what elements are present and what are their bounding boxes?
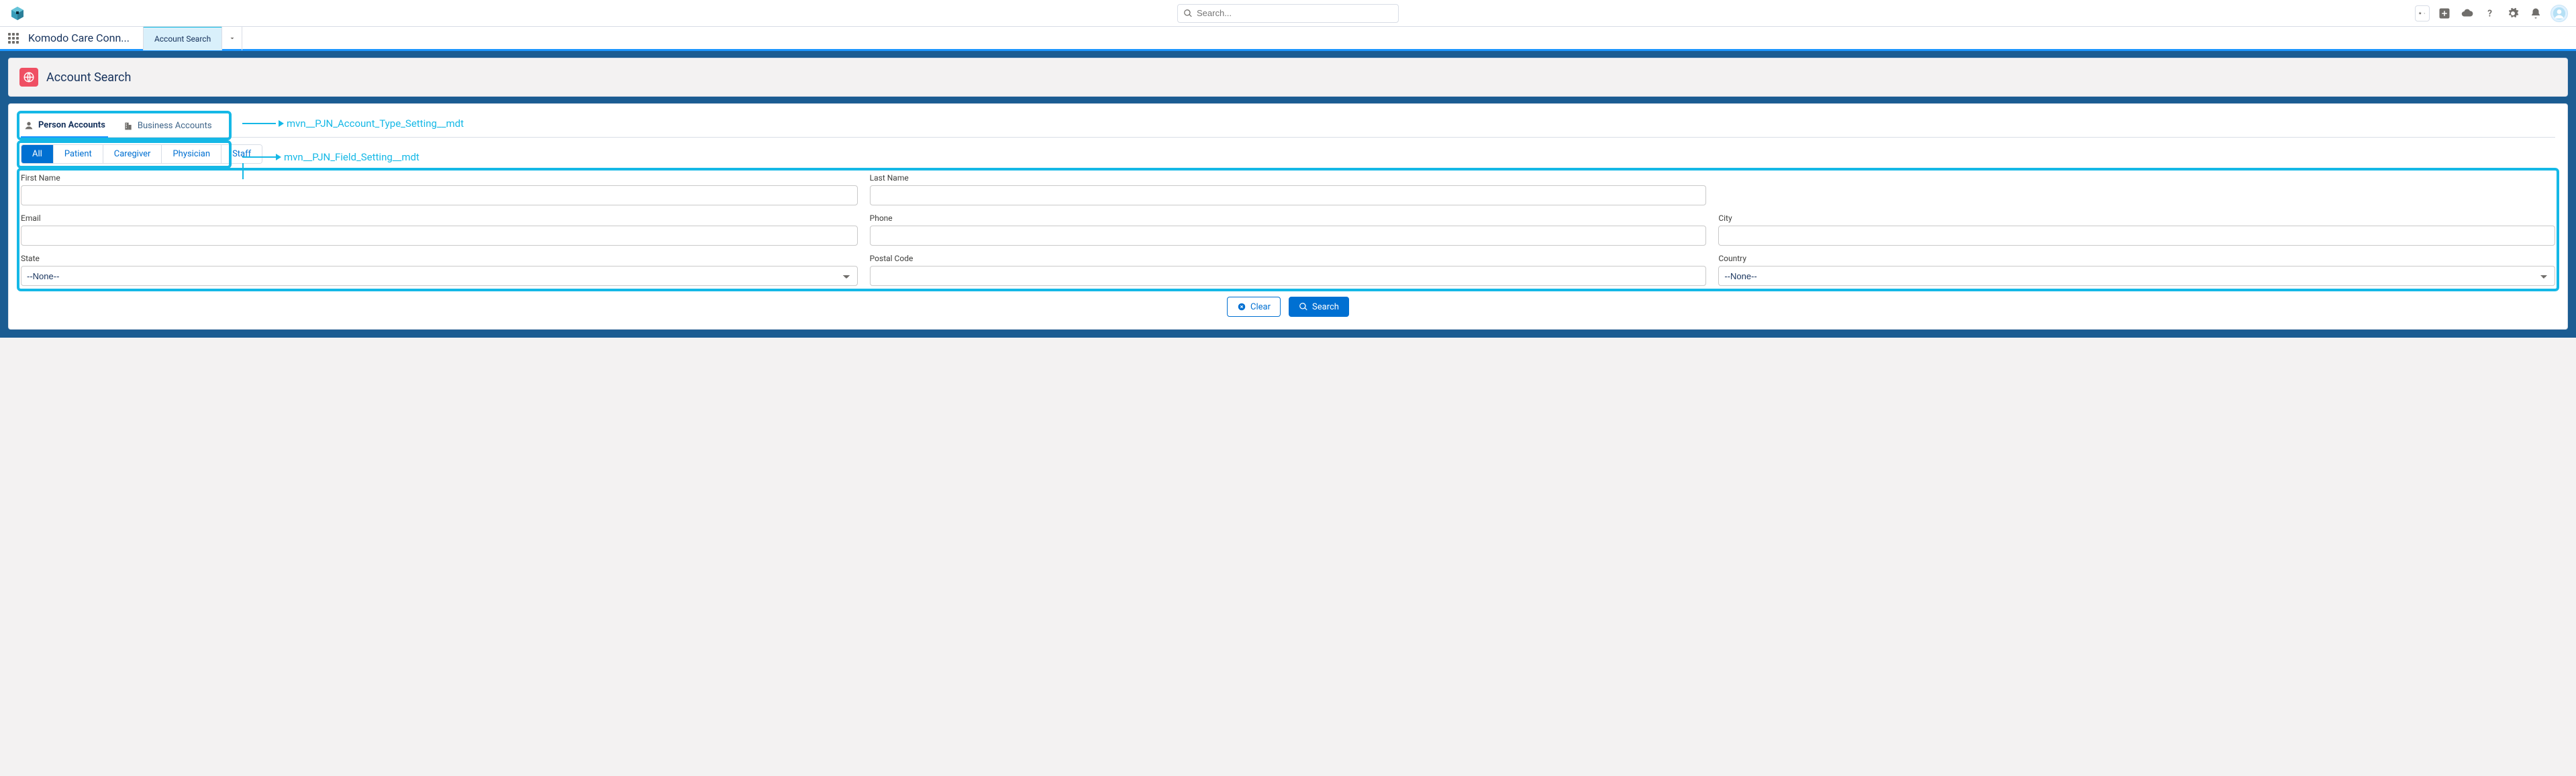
favorites-button[interactable] xyxy=(2415,5,2430,21)
main-card: Person Accounts Business Accounts mvn__P… xyxy=(8,103,2568,330)
tab-label: Business Accounts xyxy=(138,121,212,131)
record-type-filter: All Patient Caregiver Physician Staff xyxy=(21,144,262,164)
pill-patient[interactable]: Patient xyxy=(54,145,103,163)
app-name: Komodo Care Conn... xyxy=(28,32,130,44)
user-avatar[interactable] xyxy=(2550,5,2568,22)
cloud-icon xyxy=(2461,7,2473,19)
add-button[interactable] xyxy=(2436,5,2453,21)
account-type-tabs: Person Accounts Business Accounts xyxy=(21,115,2555,138)
global-actions: ? xyxy=(2415,5,2568,22)
global-search[interactable] xyxy=(1177,4,1399,23)
search-label: Search xyxy=(1312,302,1339,312)
person-icon xyxy=(23,120,34,131)
postal-code-input[interactable] xyxy=(870,266,1707,286)
chevron-down-icon xyxy=(228,34,236,42)
email-label: Email xyxy=(21,213,858,223)
notifications-button[interactable] xyxy=(2528,5,2544,21)
city-input[interactable] xyxy=(1718,226,2555,246)
nav-tab-account-search[interactable]: Account Search xyxy=(143,26,222,50)
global-header: ? xyxy=(0,0,2576,27)
last-name-label: Last Name xyxy=(870,173,1707,183)
bell-icon xyxy=(2530,7,2542,19)
svg-text:?: ? xyxy=(2487,8,2492,19)
help-button[interactable]: ? xyxy=(2482,5,2498,21)
action-row: Clear Search xyxy=(21,297,2555,317)
field-city: City xyxy=(1718,213,2555,246)
pill-all[interactable]: All xyxy=(21,145,54,163)
page-title: Account Search xyxy=(46,70,131,85)
clear-button[interactable]: Clear xyxy=(1227,297,1281,317)
globe-icon xyxy=(23,71,35,83)
chevron-down-icon xyxy=(2423,10,2426,17)
pill-caregiver[interactable]: Caregiver xyxy=(103,145,162,163)
pill-staff[interactable]: Staff xyxy=(221,145,262,163)
page-body: Account Search Person Accounts Business … xyxy=(0,51,2576,338)
phone-input[interactable] xyxy=(870,226,1707,246)
pill-physician[interactable]: Physician xyxy=(162,145,221,163)
question-icon: ? xyxy=(2484,7,2496,19)
last-name-input[interactable] xyxy=(870,185,1707,205)
first-name-label: First Name xyxy=(21,173,858,183)
tab-label: Person Accounts xyxy=(38,120,105,130)
plus-icon xyxy=(2438,7,2450,19)
state-label: State xyxy=(21,254,858,263)
app-nav: Komodo Care Conn... Account Search xyxy=(0,27,2576,51)
field-country: Country --None-- xyxy=(1718,254,2555,286)
nav-tab-label: Account Search xyxy=(154,34,211,44)
email-input[interactable] xyxy=(21,226,858,246)
nav-tab-dropdown[interactable] xyxy=(222,26,242,50)
app-logo xyxy=(8,4,27,23)
page-header-icon xyxy=(19,68,38,87)
gear-icon xyxy=(2507,7,2519,19)
search-icon xyxy=(1299,302,1308,311)
search-icon xyxy=(1183,9,1193,18)
search-form: First Name Last Name Email Phone C xyxy=(21,173,2555,286)
field-email: Email xyxy=(21,213,858,246)
salesforce-button[interactable] xyxy=(2459,5,2475,21)
search-button[interactable]: Search xyxy=(1289,297,1349,317)
avatar-icon xyxy=(2553,7,2566,20)
city-label: City xyxy=(1718,213,2555,223)
close-circle-icon xyxy=(1237,302,1246,311)
first-name-input[interactable] xyxy=(21,185,858,205)
state-select[interactable]: --None-- xyxy=(21,266,858,286)
field-postal-code: Postal Code xyxy=(870,254,1707,286)
field-first-name: First Name xyxy=(21,173,858,205)
clear-label: Clear xyxy=(1250,302,1271,312)
annotation-text: mvn__PJN_Field_Setting__mdt xyxy=(284,151,419,163)
building-icon xyxy=(123,121,134,132)
page-header: Account Search xyxy=(8,58,2568,97)
tab-person-accounts[interactable]: Person Accounts xyxy=(21,115,108,138)
field-state: State --None-- xyxy=(21,254,858,286)
phone-label: Phone xyxy=(870,213,1707,223)
country-select[interactable]: --None-- xyxy=(1718,266,2555,286)
global-search-input[interactable] xyxy=(1197,8,1393,18)
field-last-name: Last Name xyxy=(870,173,1707,205)
star-icon xyxy=(2418,11,2422,15)
app-launcher[interactable] xyxy=(8,33,19,44)
country-label: Country xyxy=(1718,254,2555,263)
field-phone: Phone xyxy=(870,213,1707,246)
postal-code-label: Postal Code xyxy=(870,254,1707,263)
setup-button[interactable] xyxy=(2505,5,2521,21)
tab-business-accounts[interactable]: Business Accounts xyxy=(120,115,215,138)
